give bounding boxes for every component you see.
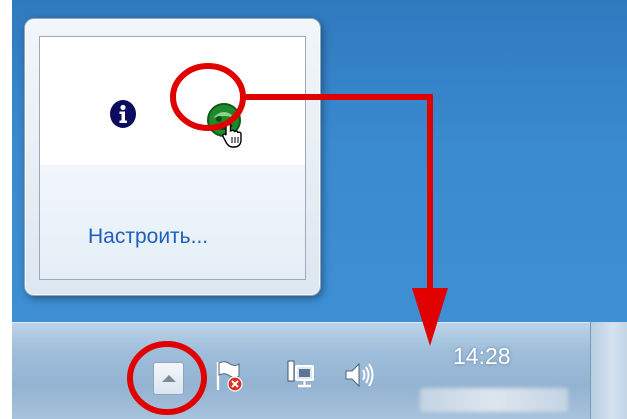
hidden-icons-area — [40, 37, 305, 166]
clock-date-blurred — [420, 388, 568, 412]
hand-cursor-icon — [222, 120, 242, 148]
info-icon[interactable] — [108, 99, 138, 129]
action-center-flag-icon[interactable] — [212, 358, 246, 394]
notification-area-flyout: Настроить... — [24, 18, 321, 296]
show-desktop-button[interactable] — [590, 322, 627, 419]
volume-icon[interactable] — [342, 358, 376, 394]
network-icon[interactable] — [285, 358, 319, 394]
show-hidden-icons-button[interactable] — [153, 362, 184, 395]
chevron-up-icon — [162, 375, 176, 382]
clock-time[interactable]: 14:28 — [453, 343, 511, 370]
customize-area: Настроить... — [40, 165, 305, 279]
flyout-panel: Настроить... — [39, 36, 306, 280]
customize-link[interactable]: Настроить... — [88, 225, 208, 249]
